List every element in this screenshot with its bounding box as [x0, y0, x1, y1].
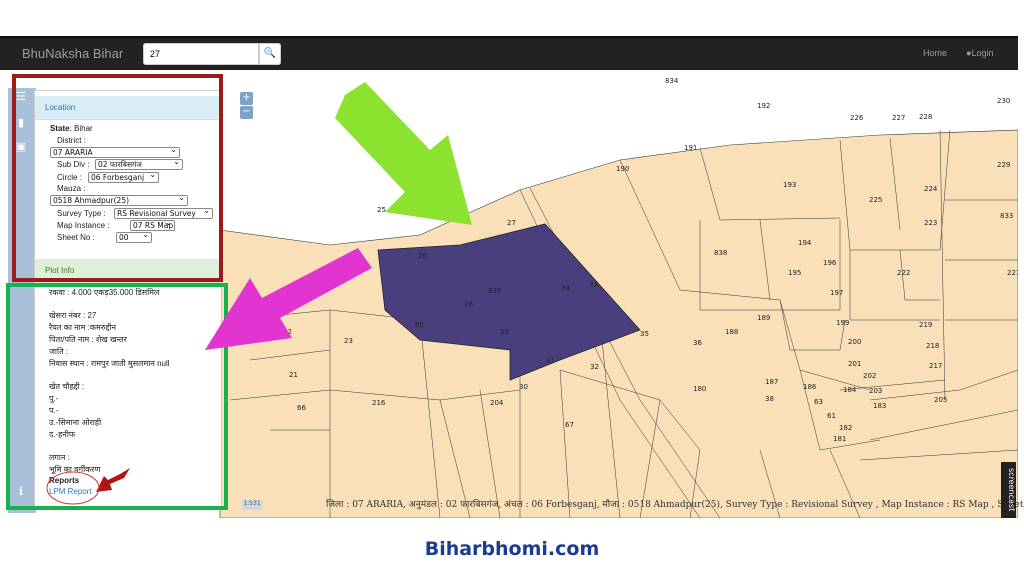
plot-label-223: 223 — [924, 219, 937, 227]
plot-label-833: 833 — [1000, 212, 1013, 220]
plot-label-195: 195 — [788, 269, 801, 277]
plot-label-191: 191 — [684, 144, 697, 152]
plot-label-27: 27 — [507, 219, 516, 227]
plot-label-33: 33 — [589, 281, 598, 289]
plot-label-219: 219 — [919, 321, 932, 329]
plot-search: 🔍 — [143, 43, 281, 65]
site-watermark: Biharbhomi.com — [424, 538, 600, 560]
plot-label-216: 216 — [372, 399, 386, 407]
plot-label-21: 21 — [289, 371, 298, 379]
plot-info-highlight-box — [6, 283, 228, 510]
plot-label-85: 85 — [415, 321, 424, 329]
nav-login-link[interactable]: ●Login — [966, 48, 993, 58]
plot-label-218: 218 — [926, 342, 939, 350]
search-icon: 🔍 — [263, 48, 277, 59]
plot-label-31: 31 — [546, 357, 555, 365]
plot-label-34: 34 — [561, 284, 570, 292]
map-scale: 1:531 — [242, 500, 262, 510]
plot-label-838: 838 — [714, 249, 727, 257]
plot-label-835: 835 — [488, 287, 501, 295]
plot-label-190: 190 — [616, 165, 629, 173]
search-button[interactable]: 🔍 — [259, 43, 281, 65]
plot-label-25: 25 — [377, 206, 386, 214]
plot-label-30: 30 — [519, 383, 528, 391]
plot-label-66: 66 — [297, 404, 306, 412]
screencast-badge: screencast — [1001, 462, 1016, 518]
plot-label-26: 26 — [418, 252, 427, 260]
plot-label-202: 202 — [863, 372, 876, 380]
plot-label-217: 217 — [929, 362, 942, 370]
plot-label-199: 199 — [836, 319, 849, 327]
plot-label-230: 230 — [997, 97, 1010, 105]
plot-label-189: 189 — [757, 314, 770, 322]
plot-label-834: 834 — [665, 77, 679, 85]
plot-label-184: 184 — [843, 386, 857, 394]
plot-label-193: 193 — [783, 181, 796, 189]
plot-label-24: 24 — [349, 261, 358, 269]
plot-label-228: 228 — [919, 113, 932, 121]
screenshot-stage: BhuNaksha Bihar 🔍 Home ●Login — [0, 0, 1024, 576]
plot-label-181: 181 — [833, 435, 846, 443]
plot-label-22: 22 — [283, 328, 292, 336]
plot-label-227: 227 — [892, 114, 905, 122]
plot-label-38: 38 — [765, 395, 774, 403]
map-info-bar: जिला : 07 ARARIA, अनुमंडल : 02 फारबिसगंज… — [326, 500, 1024, 510]
plot-label-187: 187 — [765, 378, 778, 386]
zoom-in-button[interactable]: + — [240, 92, 253, 105]
plot-label-63: 63 — [814, 398, 823, 406]
plot-label-36: 36 — [693, 339, 702, 347]
plot-label-200: 200 — [848, 338, 861, 346]
plot-label-183: 183 — [873, 402, 886, 410]
plot-label-188: 188 — [725, 328, 738, 336]
plot-label-186: 186 — [803, 383, 817, 391]
plot-label-182: 182 — [839, 424, 852, 432]
plot-label-28: 28 — [464, 300, 473, 308]
zoom-out-button[interactable]: − — [240, 106, 253, 119]
plot-label-197: 197 — [830, 289, 843, 297]
plot-label-204: 204 — [490, 399, 504, 407]
brand-title[interactable]: BhuNaksha Bihar — [22, 46, 123, 61]
login-label: Login — [971, 48, 994, 58]
plot-label-23: 23 — [344, 337, 353, 345]
plot-label-192: 192 — [757, 102, 770, 110]
plot-label-226: 226 — [850, 114, 864, 122]
plot-label-224: 224 — [924, 185, 938, 193]
plot-label-194: 194 — [798, 239, 812, 247]
plot-label-61: 61 — [827, 412, 836, 420]
plot-label-201: 201 — [848, 360, 861, 368]
plot-label-205: 205 — [934, 396, 947, 404]
plot-label-221: 221 — [1007, 269, 1018, 277]
plot-label-229: 229 — [997, 161, 1010, 169]
plot-label-29: 29 — [500, 328, 509, 336]
plot-search-input[interactable] — [143, 43, 259, 65]
plot-label-35: 35 — [640, 330, 649, 338]
nav-home-link[interactable]: Home — [923, 48, 947, 58]
location-highlight-box — [12, 74, 223, 282]
plot-label-222: 222 — [897, 269, 910, 277]
plot-label-203: 203 — [869, 387, 882, 395]
top-navbar: BhuNaksha Bihar 🔍 Home ●Login — [0, 36, 1018, 70]
plot-label-180: 180 — [693, 385, 706, 393]
plot-label-67: 67 — [565, 421, 574, 429]
plot-label-196: 196 — [823, 259, 837, 267]
plot-label-32: 32 — [590, 363, 599, 371]
plot-label-225: 225 — [869, 196, 882, 204]
